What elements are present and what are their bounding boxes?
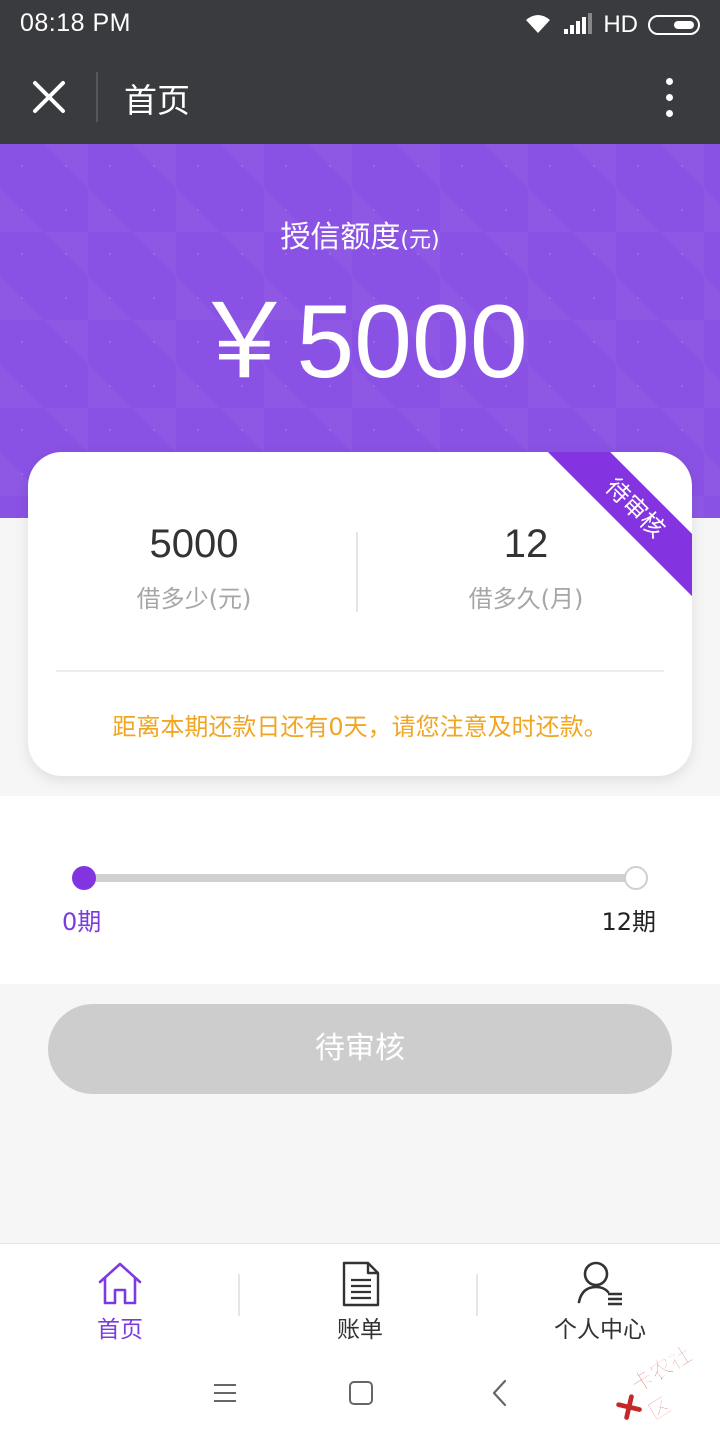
tab-bill[interactable]: 账单: [240, 1244, 480, 1346]
more-menu-button[interactable]: [654, 72, 684, 122]
loan-term-value: 12: [503, 522, 549, 566]
tab-bill-label: 账单: [337, 1317, 383, 1343]
progress-end-label: 12期: [601, 908, 656, 936]
battery-icon: [648, 15, 700, 35]
loan-amount-stat: 5000 借多少(元): [28, 522, 360, 614]
back-icon: [492, 1379, 507, 1407]
repayment-progress: 0期 12期: [0, 796, 720, 984]
home-icon: [98, 1262, 142, 1305]
network-type: HD: [603, 11, 638, 38]
stat-divider: [356, 532, 358, 612]
title-divider: [96, 72, 98, 122]
back-nav-button[interactable]: [480, 1373, 520, 1413]
bottom-tab-bar: 首页 账单 个人中心: [0, 1243, 720, 1345]
credit-label-text: 授信额度: [280, 220, 401, 255]
status-bar: 08:18 PM HD: [0, 0, 720, 50]
square-icon: [349, 1381, 373, 1405]
progress-start-knob: [72, 866, 96, 890]
progress-start-label: 0期: [62, 908, 102, 936]
credit-unit: (元): [400, 228, 440, 253]
tab-user-center[interactable]: 个人中心: [480, 1244, 720, 1346]
progress-track: [84, 874, 636, 882]
signal-icon: [563, 11, 593, 39]
close-icon: [33, 81, 65, 113]
tab-home[interactable]: 首页: [0, 1244, 240, 1346]
loan-term-stat: 12 借多久(月): [360, 522, 692, 614]
repayment-notice: 距离本期还款日还有0天，请您注意及时还款。: [112, 713, 608, 741]
user-center-icon: [577, 1261, 622, 1306]
bill-icon: [342, 1261, 380, 1307]
page-title: 首页: [124, 81, 190, 120]
progress-end-knob: [624, 866, 648, 890]
title-bar: 首页: [0, 50, 720, 144]
more-dot: [665, 109, 673, 117]
menu-icon: [214, 1384, 236, 1402]
loan-amount-value: 5000: [149, 522, 239, 566]
loan-amount-label: 借多少(元): [136, 585, 252, 613]
close-button[interactable]: [24, 72, 74, 122]
home-nav-button[interactable]: [341, 1373, 381, 1413]
more-dot: [665, 77, 673, 85]
status-time: 08:18 PM: [20, 9, 132, 37]
loan-term-label: 借多久(月): [468, 585, 584, 613]
pending-review-button[interactable]: 待审核: [48, 1004, 672, 1094]
menu-nav-button[interactable]: [205, 1373, 245, 1413]
wifi-icon: [523, 11, 553, 39]
credit-amount: ￥5000: [192, 284, 528, 400]
credit-label: 授信额度(元): [0, 212, 720, 256]
card-divider: [56, 670, 664, 672]
tab-home-label: 首页: [97, 1317, 143, 1343]
more-dot: [665, 93, 673, 101]
status-indicators: HD: [523, 8, 700, 42]
loan-card: 待审核 5000 借多少(元) 12 借多久(月) 距离本期还款日还有0天，请您…: [28, 452, 692, 776]
tab-separator: [476, 1274, 478, 1316]
